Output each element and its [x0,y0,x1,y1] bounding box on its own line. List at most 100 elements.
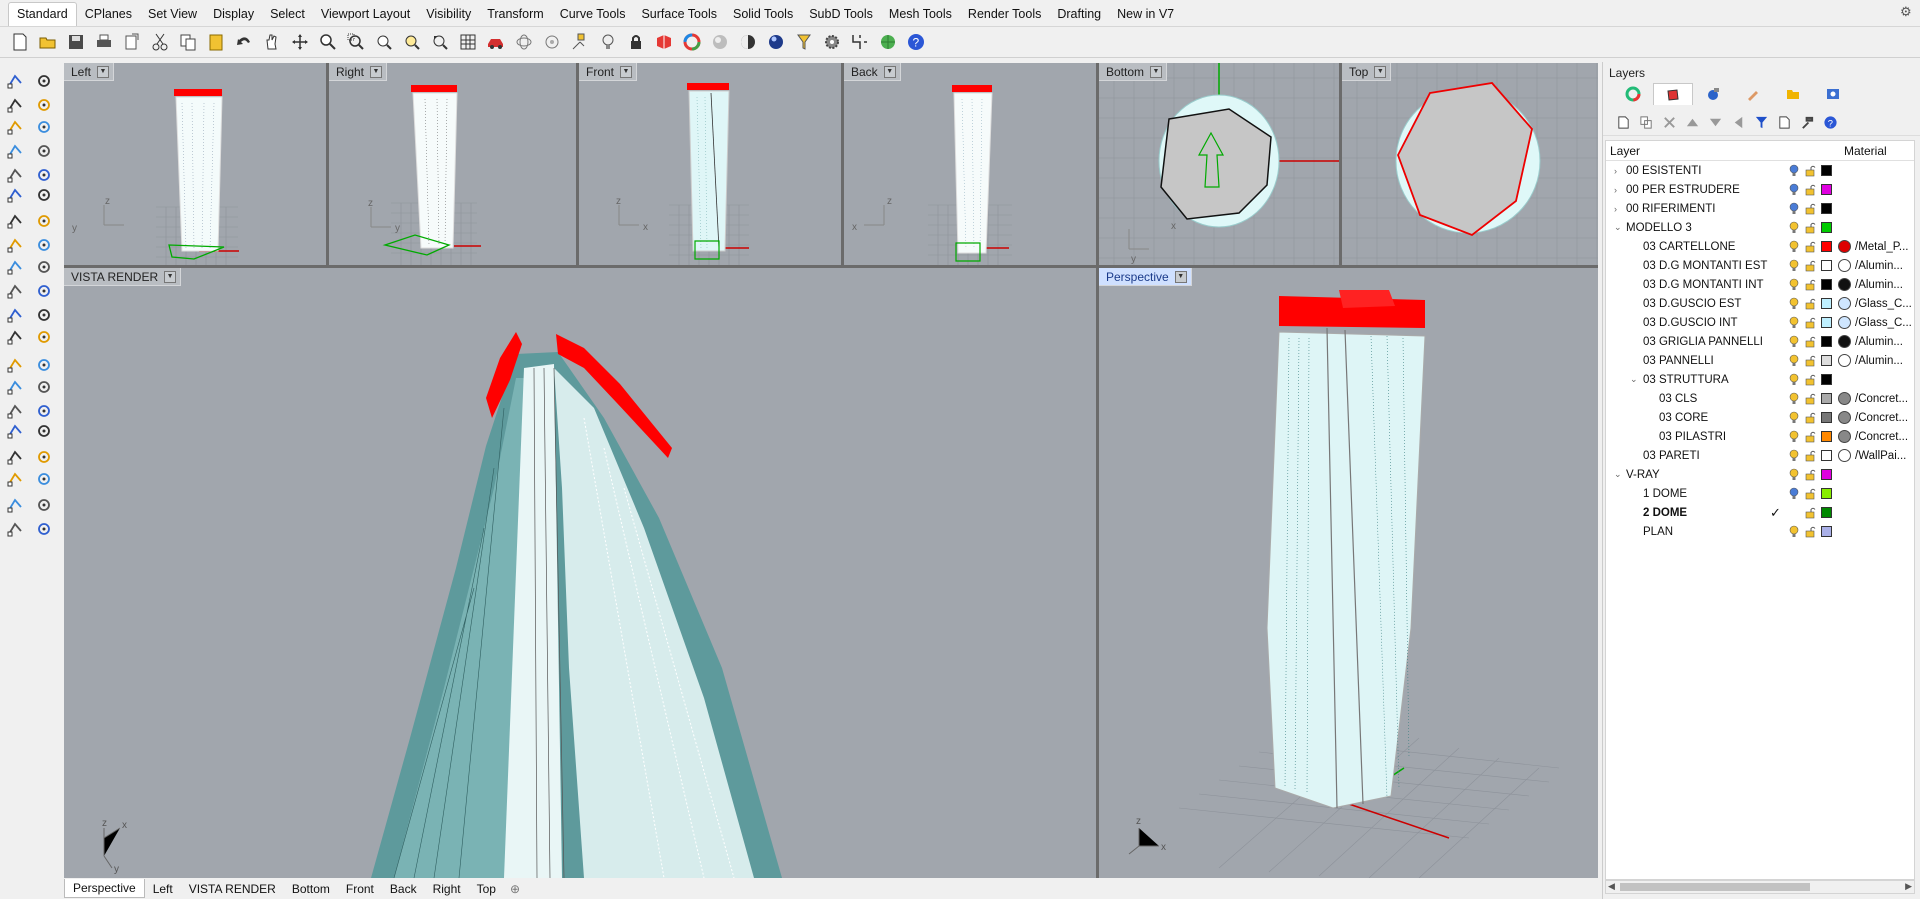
light-tool[interactable] [32,280,56,302]
layer-color-swatch[interactable] [1821,431,1832,442]
material-swatch[interactable] [1838,297,1851,310]
history-tool[interactable] [32,468,56,490]
layer-color-swatch[interactable] [1821,355,1832,366]
box-tool[interactable] [4,210,28,232]
viewport-left-label[interactable]: Left ▼ [64,63,115,81]
grid-button[interactable] [456,30,480,54]
chevron-down-icon[interactable]: ⌄ [1614,469,1624,480]
unlock-icon[interactable] [1805,374,1816,386]
column-header-layer[interactable]: Layer [1606,144,1806,158]
layer-name[interactable]: 03 GRIGLIA PANNELLI [1643,336,1763,348]
paint-tool[interactable] [32,518,56,540]
render-block-tool[interactable] [4,446,28,468]
tab-display[interactable]: Display [205,3,262,26]
layer-row[interactable]: 03 PILASTRI/Concret... [1606,427,1914,446]
layer-material[interactable]: /Concret... [1855,431,1908,443]
layer-row[interactable]: 03 CORE/Concret... [1606,408,1914,427]
rectangle-tool[interactable] [32,140,56,162]
visibility-bulb-icon[interactable] [1789,183,1799,196]
layer-row[interactable]: 03 PARETI/WallPai... [1606,446,1914,465]
visibility-bulb-icon[interactable] [1789,221,1799,234]
view-tab-right[interactable]: Right [425,880,469,898]
unlock-icon[interactable] [1805,393,1816,405]
chevron-down-icon[interactable]: ⌄ [1630,374,1640,385]
unlock-icon[interactable] [1805,450,1816,462]
layer-color-swatch[interactable] [1821,260,1832,271]
material-swatch[interactable] [1838,392,1851,405]
unlock-icon[interactable] [1805,165,1816,177]
unlock-icon[interactable] [1805,241,1816,253]
chevron-down-icon[interactable]: ⌄ [1614,222,1624,233]
layer-material[interactable]: /Concret... [1855,412,1908,424]
tab-viewport-layout[interactable]: Viewport Layout [313,3,418,26]
viewport-front[interactable]: z x Front ▼ [579,63,841,265]
rendered-sphere-button[interactable] [736,30,760,54]
surface-tool[interactable] [32,184,56,206]
layer-material[interactable]: /Alumin... [1855,336,1903,348]
section-tool[interactable] [32,446,56,468]
layer-row[interactable]: ⌄ V-RAY [1606,465,1914,484]
visibility-bulb-icon[interactable] [1789,449,1799,462]
viewport-menu-icon[interactable]: ▼ [620,65,633,78]
gear-icon[interactable]: ⚙ [1900,5,1914,19]
viewport-right[interactable]: z y Right ▼ [329,63,576,265]
viewport-menu-icon[interactable]: ▼ [1374,65,1387,78]
car-button[interactable] [484,30,508,54]
analyze-tool[interactable] [4,518,28,540]
cylinder-tool[interactable] [4,256,28,278]
glossy-sphere-button[interactable] [764,30,788,54]
trim-button[interactable] [848,30,872,54]
tab-subd-tools[interactable]: SubD Tools [801,3,881,26]
layer-name[interactable]: V-RAY [1626,469,1660,481]
layer-color-swatch[interactable] [1821,526,1832,537]
scroll-right-icon[interactable]: ▶ [1905,881,1912,892]
tab-solid-tools[interactable]: Solid Tools [725,3,801,26]
viewport-bottom[interactable]: y x Bottom ▼ [1099,63,1339,265]
tab-named-views[interactable] [1813,83,1853,105]
visibility-bulb-icon[interactable] [1789,487,1799,500]
layer-row[interactable]: 03 D.GUSCIO EST/Glass_C... [1606,294,1914,313]
layer-color-swatch[interactable] [1821,222,1832,233]
viewport-render[interactable]: z x y VISTA RENDER ▼ [64,268,1096,878]
layer-color-swatch[interactable] [1821,165,1832,176]
tab-mesh-tools[interactable]: Mesh Tools [881,3,960,26]
new-layer-button[interactable] [1613,113,1633,133]
extrude-tool[interactable] [4,234,28,256]
arc-tool[interactable] [4,140,28,162]
layer-row[interactable]: › 00 RIFERIMENTI [1606,199,1914,218]
tab-curve-tools[interactable]: Curve Tools [552,3,634,26]
delete-layer-button[interactable] [1659,113,1679,133]
viewport-menu-icon[interactable]: ▼ [1174,270,1187,283]
light-button[interactable] [596,30,620,54]
new-sublayer-button[interactable] [1636,113,1656,133]
unlock-icon[interactable] [1805,488,1816,500]
visibility-bulb-icon[interactable] [1789,430,1799,443]
dimension-tool[interactable] [32,400,56,422]
layer-row[interactable]: 2 DOME ✓ [1606,503,1914,522]
material-swatch[interactable] [1838,411,1851,424]
layer-row[interactable]: 03 D.G MONTANTI EST/Alumin... [1606,256,1914,275]
visibility-bulb-icon[interactable] [1789,468,1799,481]
layer-name[interactable]: 00 ESISTENTI [1626,165,1701,177]
layer-name[interactable]: 03 STRUTTURA [1643,374,1729,386]
tab-standard[interactable]: Standard [8,2,77,26]
column-header-material[interactable]: Material [1844,144,1887,158]
layer-color-swatch[interactable] [1821,488,1832,499]
material-swatch[interactable] [1838,430,1851,443]
layer-color-swatch[interactable] [1821,241,1832,252]
viewport-menu-icon[interactable]: ▼ [1150,65,1163,78]
lock-button[interactable] [624,30,648,54]
layer-row[interactable]: 03 CARTELLONE/Metal_P... [1606,237,1914,256]
cut-button[interactable] [148,30,172,54]
plane-tool[interactable] [32,256,56,278]
rotate-view-button[interactable] [288,30,312,54]
color-wheel-button[interactable] [680,30,704,54]
tab-files[interactable] [1773,83,1813,105]
layer-row[interactable]: PLAN [1606,522,1914,541]
viewport-render-label[interactable]: VISTA RENDER ▼ [64,268,182,286]
layout-tool[interactable] [4,494,28,516]
viewport-left[interactable]: z y Left ▼ [64,63,326,265]
viewport-perspective[interactable]: z x Perspective ▼ [1099,268,1598,878]
layer-color-swatch[interactable] [1821,412,1832,423]
layer-row[interactable]: 03 CLS/Concret... [1606,389,1914,408]
